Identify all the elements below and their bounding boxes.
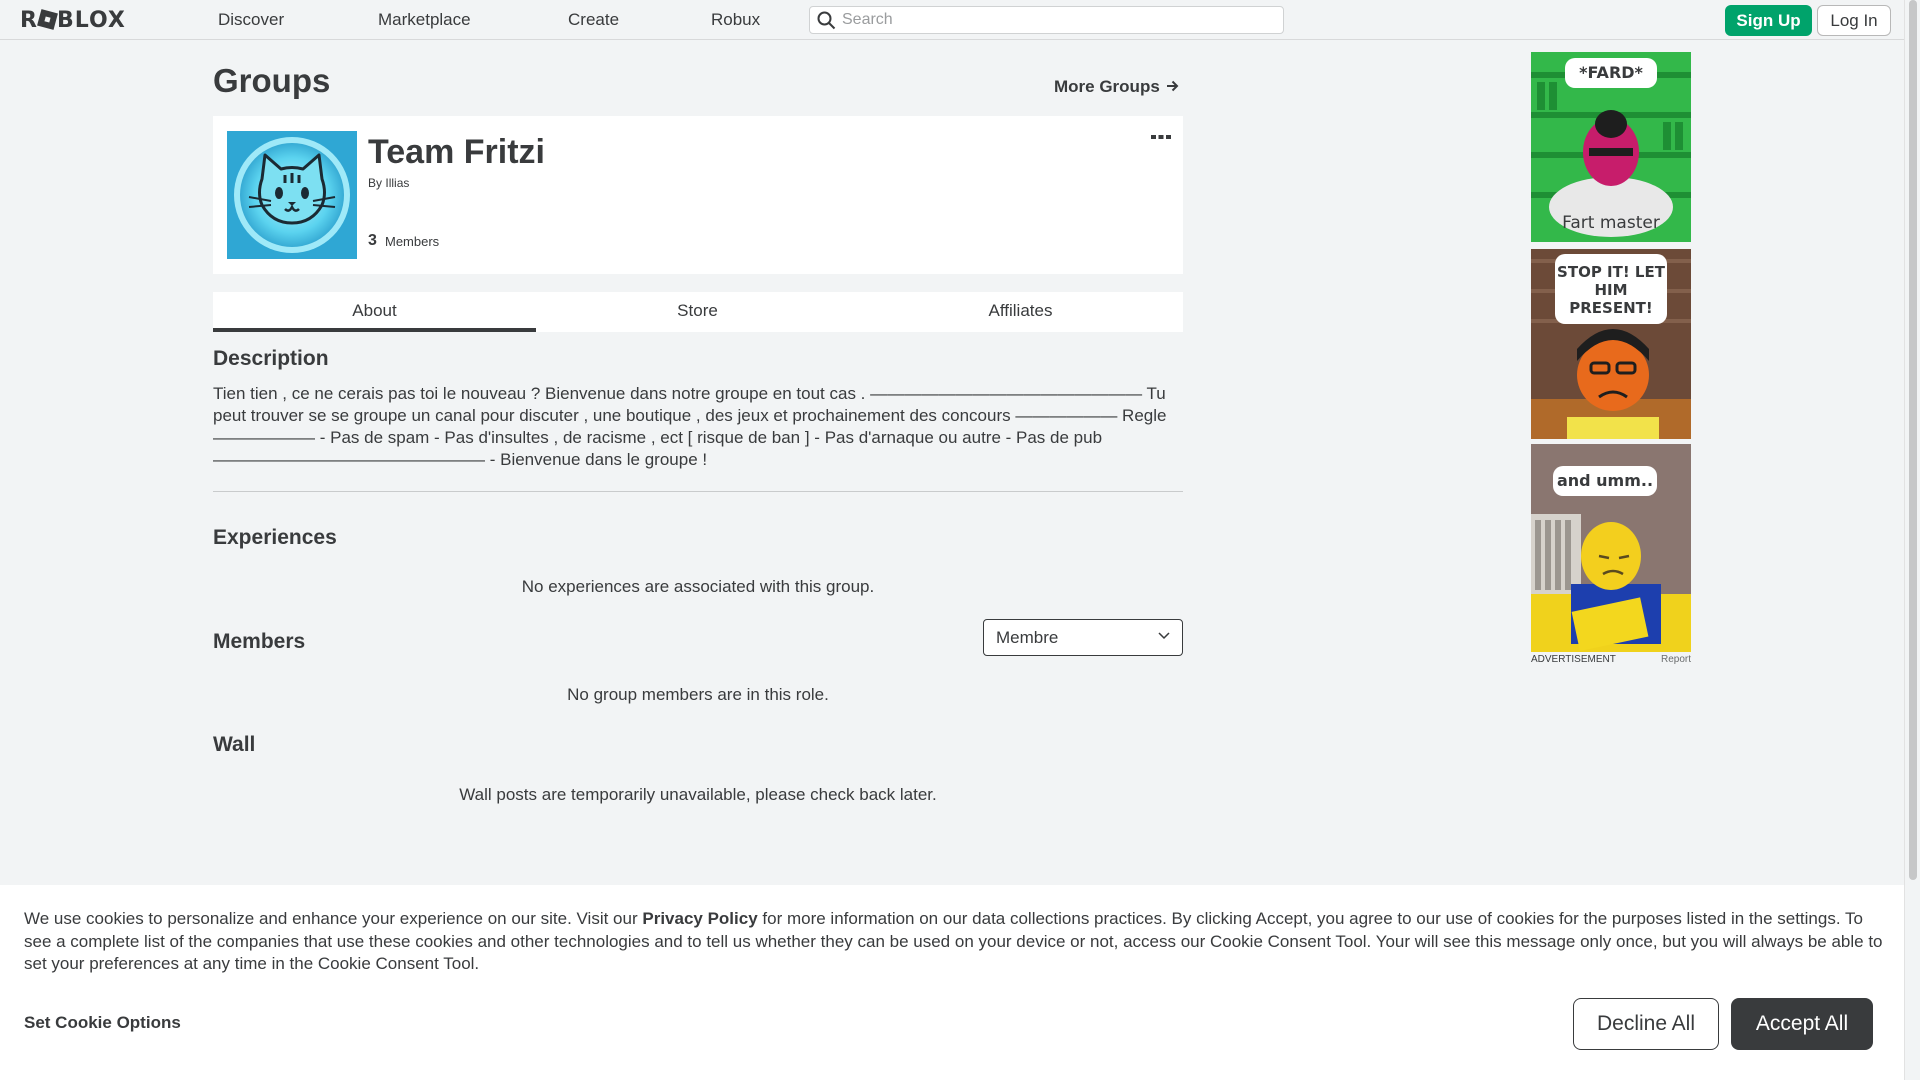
cookie-text-before: We use cookies to personalize and enhanc… <box>24 909 643 928</box>
ad-caption-1: Fart master <box>1562 213 1660 233</box>
search-icon <box>817 11 836 30</box>
role-dropdown[interactable]: Membre <box>983 619 1183 656</box>
ad-panel-2: STOP IT! LET HIM PRESENT! <box>1531 249 1691 439</box>
login-button[interactable]: Log In <box>1817 5 1891 36</box>
ad-panel-3: and umm.. <box>1531 444 1691 652</box>
ad-panel-1: *FARD* Fart master <box>1531 52 1691 242</box>
search-input[interactable] <box>842 10 1272 30</box>
page-title: Groups <box>213 62 331 99</box>
ad-bubble-3: and umm.. <box>1553 466 1657 496</box>
cat-icon <box>227 131 357 259</box>
ellipsis-icon[interactable] <box>1151 134 1171 140</box>
arrow-right-icon <box>1166 80 1178 92</box>
roblox-logo[interactable]: R BLOX <box>20 8 126 33</box>
more-groups-link[interactable]: More Groups <box>1054 77 1179 97</box>
by-label: By <box>368 176 383 190</box>
tab-store[interactable]: Store <box>536 292 859 332</box>
group-name: Team Fritzi <box>368 133 545 171</box>
description-text: Tien tien , ce ne cerais pas toi le nouv… <box>213 384 1167 469</box>
page-scrollbar[interactable] <box>1904 0 1920 1080</box>
privacy-policy-link[interactable]: Privacy Policy <box>642 909 757 928</box>
more-groups-label: More Groups <box>1054 77 1160 96</box>
wall-title: Wall <box>213 733 256 756</box>
members-empty-message: No group members are in this role. <box>567 685 829 704</box>
group-tabs: About Store Affiliates <box>213 292 1183 332</box>
accept-all-button[interactable]: Accept All <box>1731 998 1873 1050</box>
group-emblem <box>227 131 357 259</box>
tab-affiliates[interactable]: Affiliates <box>859 292 1182 332</box>
ad-label: ADVERTISEMENT <box>1531 654 1616 665</box>
set-cookie-options-link[interactable]: Set Cookie Options <box>24 1013 181 1033</box>
group-owner: By Illias <box>368 176 409 190</box>
ad-bubble-1: *FARD* <box>1565 58 1657 88</box>
members-title: Members <box>213 630 306 653</box>
cookie-message: We use cookies to personalize and enhanc… <box>24 908 1884 976</box>
members-label: Members <box>385 234 440 249</box>
signup-button[interactable]: Sign Up <box>1725 5 1812 36</box>
advertisement-banner[interactable]: *FARD* Fart master STOP IT! LET HIM PRES… <box>1531 52 1691 652</box>
group-header-card: Team Fritzi By Illias 3 Members <box>213 116 1183 274</box>
owner-link[interactable]: Illias <box>385 176 409 190</box>
tab-about[interactable]: About <box>213 292 536 332</box>
experiences-empty-message: No experiences are associated with this … <box>521 577 875 596</box>
ad-bubble-2: STOP IT! LET HIM PRESENT! <box>1555 254 1667 324</box>
ad-report-link[interactable]: Report <box>1661 654 1691 665</box>
divider <box>213 491 1183 492</box>
role-selected-value: Membre <box>996 628 1059 647</box>
nav-create[interactable]: Create <box>568 10 619 30</box>
nav-discover[interactable]: Discover <box>218 10 284 30</box>
wall-empty-message: Wall posts are temporarily unavailable, … <box>459 785 937 804</box>
ad-footer: ADVERTISEMENT Report <box>1531 654 1691 665</box>
cookie-banner: We use cookies to personalize and enhanc… <box>0 885 1904 1080</box>
nav-robux[interactable]: Robux <box>711 10 760 30</box>
search-box[interactable] <box>809 6 1284 34</box>
nav-marketplace[interactable]: Marketplace <box>378 10 471 30</box>
chevron-down-icon <box>1158 632 1170 640</box>
member-count: 3 <box>368 232 377 249</box>
experiences-title: Experiences <box>213 526 337 549</box>
decline-all-button[interactable]: Decline All <box>1573 998 1719 1050</box>
top-navbar: R BLOX Discover Marketplace Create Robux … <box>0 0 1904 40</box>
description-title: Description <box>213 347 329 370</box>
